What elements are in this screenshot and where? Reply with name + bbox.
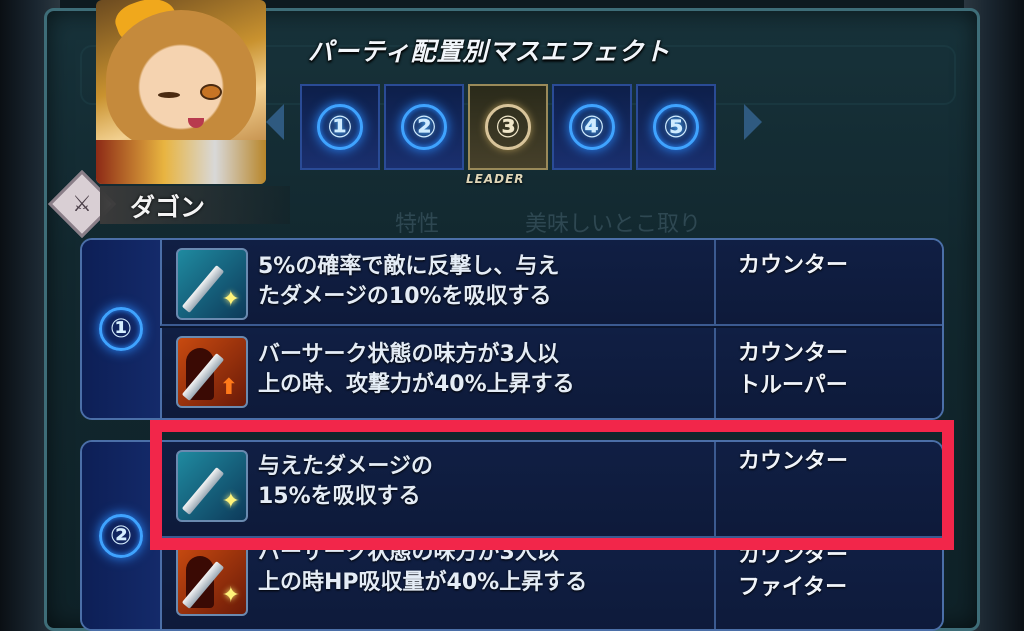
effect-description-line: バーサーク状態の味方が3人以 [258, 342, 559, 367]
highlight-box [150, 420, 954, 550]
column-divider [714, 240, 716, 324]
berserk-attack-up-icon: ⬆ [176, 336, 248, 408]
effect-description-line: 上の時、攻撃力が40%上昇する [258, 372, 575, 397]
leader-label: LEADER [466, 172, 525, 186]
column-divider [714, 328, 716, 418]
effect-row: ⬆ バーサーク状態の味方が3人以 上の時、攻撃力が40%上昇する カウンター ト… [160, 328, 942, 418]
tab-position-2[interactable]: ② [384, 84, 464, 170]
effect-description-line: 上の時HP吸収量が40%上昇する [258, 570, 588, 595]
berserk-drain-up-icon: ✦ [176, 544, 248, 616]
effect-group-1: ① ✦ 5%の確率で敵に反撃し、与え たダメージの10%を吸収する カウンター … [80, 238, 944, 420]
character-portrait [96, 0, 266, 184]
tab-number: ④ [569, 104, 615, 150]
sword-icon: ⚔ [72, 191, 92, 217]
tab-position-4[interactable]: ④ [552, 84, 632, 170]
portrait-eye-wink [158, 92, 180, 98]
group-number: ② [99, 513, 143, 558]
character-name: ダゴン [130, 193, 206, 222]
portrait-eye [200, 84, 222, 100]
effect-row: ✦ バーサーク状態の味方が3人以 上の時HP吸収量が40%上昇する カウンター … [160, 540, 942, 629]
panel-title: パーティ配置別マスエフェクト [308, 37, 671, 66]
background-label-trait: 特性 [395, 212, 440, 237]
tab-position-1[interactable]: ① [300, 84, 380, 170]
effect-description-line: たダメージの10%を吸収する [258, 284, 552, 309]
tab-number: ③ [485, 104, 531, 150]
portrait-face [106, 10, 256, 150]
tab-number: ① [317, 104, 363, 150]
group-number-column: ② [82, 442, 160, 629]
group-number: ① [99, 307, 143, 351]
counter-sword-icon: ✦ [176, 248, 248, 320]
tab-number: ⑤ [653, 104, 699, 150]
effect-tag: カウンター トルーパー [738, 341, 849, 398]
tab-prev-arrow-icon[interactable] [266, 104, 284, 140]
tab-next-arrow-icon[interactable] [744, 104, 762, 140]
effect-description: 5%の確率で敵に反撃し、与え たダメージの10%を吸収する [258, 252, 618, 312]
tab-number: ② [401, 104, 447, 150]
position-tabs: ① ② ③ ④ ⑤ [300, 84, 716, 170]
effect-row: ✦ 5%の確率で敵に反撃し、与え たダメージの10%を吸収する カウンター [160, 240, 942, 326]
tab-position-5[interactable]: ⑤ [636, 84, 716, 170]
portrait-outfit [96, 140, 266, 184]
effect-description: バーサーク状態の味方が3人以 上の時、攻撃力が40%上昇する [258, 340, 618, 400]
column-divider [714, 540, 716, 629]
effect-description-line: 5%の確率で敵に反撃し、与え [258, 254, 560, 279]
effect-tag: カウンター [738, 253, 849, 278]
background-label-ability: 美味しいとこ取り [525, 212, 702, 237]
tab-position-3[interactable]: ③ [468, 84, 548, 170]
group-number-column: ① [82, 240, 160, 418]
